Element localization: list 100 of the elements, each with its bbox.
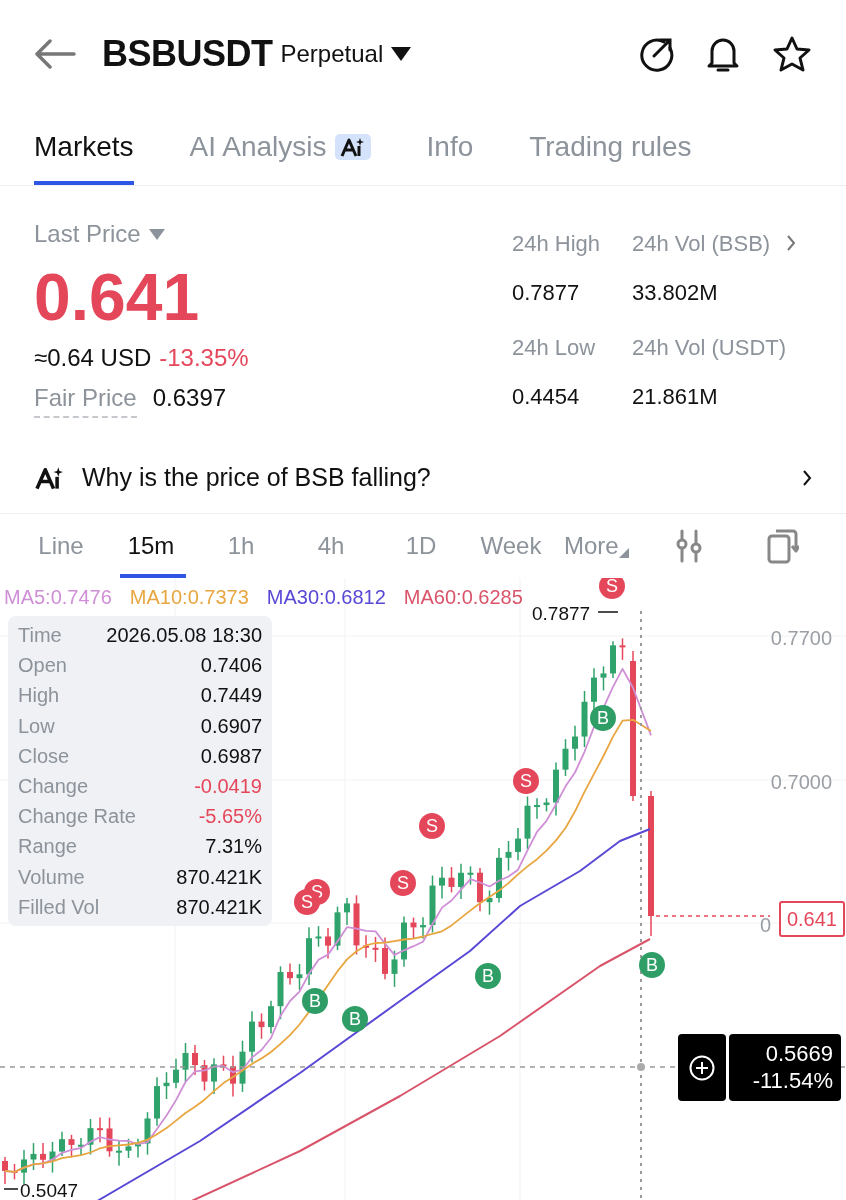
interval-tab[interactable]: 15m: [106, 514, 196, 578]
add-plus-icon[interactable]: [689, 1054, 715, 1081]
candle: [467, 865, 474, 886]
fair-price: 0.6397: [152, 383, 227, 413]
stat-label: 24h Vol (BSB): [632, 229, 771, 258]
interval-tab[interactable]: Line: [16, 514, 106, 578]
candle: [211, 1057, 217, 1095]
ma-legend-label: MA5:0.7476: [4, 585, 112, 610]
star-icon[interactable]: [772, 35, 812, 73]
tooltip-value: 0.7449: [200, 683, 262, 709]
candle: [230, 1054, 236, 1098]
tooltip-value: -5.65%: [198, 804, 262, 830]
candle: [439, 866, 445, 900]
candle: [287, 962, 293, 986]
corner-triangle-icon: [618, 548, 629, 558]
buy-marker: B: [342, 1006, 368, 1032]
tooltip-value: 0.6907: [200, 713, 262, 739]
candle: [420, 916, 426, 940]
back-arrow-icon[interactable]: [34, 39, 76, 69]
candle: [553, 761, 559, 817]
axis-label: 0.7000: [770, 770, 832, 795]
indicator-settings-icon[interactable]: [674, 529, 703, 563]
tooltip-label: Range: [18, 834, 77, 860]
candle: [543, 797, 550, 813]
candle: [97, 1116, 103, 1144]
last-price-tag: 0.641: [778, 901, 845, 937]
candle: [410, 916, 417, 940]
candle: [458, 863, 464, 900]
tooltip-label: Volume: [18, 864, 85, 890]
sell-marker: S: [599, 578, 625, 599]
interval-tab[interactable]: 1h: [196, 514, 286, 578]
candle: [534, 797, 540, 820]
chevron-right-icon[interactable]: [802, 468, 812, 487]
candle: [239, 1039, 246, 1093]
candle: [496, 847, 502, 904]
candle: [154, 1076, 160, 1127]
rotate-screen-icon[interactable]: [766, 528, 799, 564]
tab[interactable]: AI Analysis: [189, 108, 371, 185]
candle: [600, 665, 607, 692]
candle: [334, 905, 341, 951]
interval-tab[interactable]: More: [564, 514, 629, 578]
contract-type[interactable]: Perpetual: [280, 36, 384, 72]
ma-legend-label: MA10:0.7373: [129, 585, 249, 610]
leader-line: [597, 611, 619, 613]
tooltip-value: 870.421K: [176, 894, 262, 920]
tooltip-value: 7.31%: [205, 834, 262, 860]
interval-tab[interactable]: 1D: [376, 514, 466, 578]
tooltip-value: -0.0419: [194, 774, 262, 799]
sell-marker: S: [390, 870, 416, 896]
candle: [249, 1010, 255, 1063]
candle: [382, 936, 388, 981]
candle: [11, 1163, 18, 1181]
tooltip-label: Filled Vol: [18, 894, 100, 920]
tab[interactable]: Markets: [34, 108, 134, 185]
tooltip-value: 870.421K: [176, 864, 262, 890]
tooltip-label: Close: [18, 743, 70, 769]
candle: [401, 915, 407, 968]
candle: [277, 965, 284, 1020]
candle: [144, 1111, 151, 1156]
crosshair-dot: [637, 1063, 645, 1071]
candle: [192, 1044, 198, 1076]
candle: [135, 1138, 141, 1159]
pair-title: BSBUSDT: [102, 32, 273, 76]
candle: [116, 1140, 122, 1167]
tab[interactable]: Info: [426, 108, 474, 185]
ma-legend-label: MA30:0.6812: [266, 585, 386, 610]
high-price-label: 0.7877: [532, 602, 591, 626]
interval-tab[interactable]: Week: [466, 514, 556, 578]
candle: [562, 738, 569, 777]
candle: [87, 1118, 94, 1156]
candle: [325, 927, 331, 960]
buy-marker: B: [302, 988, 328, 1014]
tooltip-label: Change Rate: [18, 804, 136, 830]
axis-label: 0: [760, 913, 772, 938]
candle: [363, 934, 369, 959]
tooltip-label: High: [18, 683, 60, 709]
stat-value: 0.4454: [512, 383, 581, 411]
candle: [201, 1059, 208, 1092]
tooltip-value: 2026.05.08 18:30: [106, 623, 262, 648]
candle: [610, 640, 616, 679]
crosshair-price: 0.5669: [765, 1041, 833, 1068]
tooltip-value: 0.6987: [200, 743, 262, 769]
fair-price-label[interactable]: Fair Price: [34, 380, 137, 418]
candle: [448, 866, 455, 894]
tooltip-label: Time: [18, 623, 62, 648]
crosshair-change: -11.54%: [752, 1067, 833, 1094]
candle: [372, 936, 379, 963]
interval-tab[interactable]: 4h: [286, 514, 376, 578]
candle: [486, 889, 493, 916]
candle: [163, 1071, 170, 1100]
ma-legend-label: MA60:0.6285: [403, 585, 523, 610]
ai-question-link[interactable]: Why is the price of BSB falling?: [82, 458, 431, 497]
share-icon[interactable]: [638, 36, 674, 72]
leader-line: [3, 1188, 19, 1190]
axis-label: 0.7700: [770, 626, 832, 651]
dropdown-caret-icon[interactable]: [391, 47, 412, 61]
tab[interactable]: Trading rules: [529, 108, 692, 185]
candle: [125, 1138, 132, 1159]
price-type-label[interactable]: Last Price: [34, 216, 141, 252]
sell-marker: S: [419, 813, 445, 839]
